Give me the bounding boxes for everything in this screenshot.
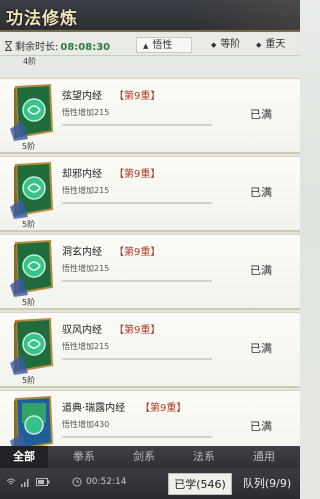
battery-icon [36, 478, 50, 486]
sort-both-icon: ◆ [211, 41, 217, 49]
tab-magic[interactable]: 法系 [180, 446, 228, 468]
wifi-icon [6, 478, 16, 485]
list-item[interactable]: 5阶 驭风内经 【第9重】 悟性增加215 已满 [0, 312, 300, 388]
sort-both-icon: ◆ [256, 41, 262, 49]
sort-tier-button[interactable]: ◆ 等阶 [205, 37, 246, 53]
sort-label: 等阶 [220, 39, 241, 50]
filter-bar: 剩余时长: 08:08:30 ▲ 悟性 ◆ 等阶 ◆ 重天 [0, 34, 300, 56]
sort-wuxing-button[interactable]: ▲ 悟性 [136, 37, 192, 53]
skill-level: 【第9重】 [114, 91, 161, 102]
header-bar: 功法修炼 [0, 0, 300, 32]
status-bar: 00:52:14 已学(546) 队列(9/9) [0, 468, 300, 499]
list-item-partial: 4阶 [0, 56, 300, 70]
list-item[interactable]: 道典·瑞露内经 【第9重】 悟性增加430 已满 [0, 390, 300, 446]
manual-book-icon [10, 83, 54, 141]
status-text: 已满 [250, 342, 272, 355]
tier-label: 4阶 [23, 57, 37, 66]
header-decoration [190, 0, 300, 30]
progress-divider [62, 280, 212, 282]
progress-divider [62, 124, 212, 126]
sort-label: 悟性 [152, 40, 173, 51]
tab-sword[interactable]: 剑系 [120, 446, 168, 468]
skill-name: 却邪内经 [62, 169, 102, 180]
learned-button[interactable]: 已学(546) [168, 473, 232, 495]
tier-label: 5阶 [22, 376, 36, 385]
status-text: 已满 [250, 264, 272, 277]
skill-effect: 悟性增加215 [62, 108, 110, 117]
queue-button[interactable]: 队列(9/9) [236, 473, 298, 495]
skill-level: 【第9重】 [114, 325, 161, 336]
manual-book-icon [10, 317, 54, 375]
tab-general[interactable]: 通用 [240, 446, 288, 468]
status-text: 已满 [250, 108, 272, 121]
skill-name: 驭风内经 [62, 325, 102, 336]
elapsed-time: 00:52:14 [86, 477, 127, 487]
timer-value: 08:08:30 [60, 42, 111, 53]
tier-label: 5阶 [22, 220, 36, 229]
category-tabs: 全部 拳系 剑系 法系 通用 [0, 446, 300, 468]
skill-name: 弦望内经 [62, 91, 102, 102]
tab-all[interactable]: 全部 [0, 446, 48, 468]
status-text: 已满 [250, 186, 272, 199]
signal-icon [21, 479, 29, 487]
progress-divider [62, 358, 212, 360]
tier-label: 5阶 [22, 142, 36, 151]
skill-effect: 悟性增加215 [62, 264, 110, 273]
manual-book-icon [10, 239, 54, 297]
skill-list[interactable]: 4阶 5阶 弦望内经 【第9重】 悟性增加215 已满 5阶 却邪内经 【第9重… [0, 56, 300, 446]
timer-label: 剩余时长: [15, 42, 59, 53]
list-item[interactable]: 5阶 洞玄内经 【第9重】 悟性增加215 已满 [0, 234, 300, 310]
skill-name: 道典·瑞露内经 [62, 403, 126, 414]
status-text: 已满 [250, 420, 272, 433]
skill-level: 【第9重】 [114, 247, 161, 258]
list-item[interactable]: 5阶 却邪内经 【第9重】 悟性增加215 已满 [0, 156, 300, 232]
manual-book-icon [10, 395, 54, 446]
hourglass-icon [5, 41, 12, 51]
progress-divider [62, 202, 212, 204]
remaining-time: 剩余时长: 08:08:30 [4, 38, 110, 53]
skill-level: 【第9重】 [114, 169, 161, 180]
list-item[interactable]: 5阶 弦望内经 【第9重】 悟性增加215 已满 [0, 78, 300, 154]
sort-up-icon: ▲ [143, 42, 149, 50]
clock-icon [72, 477, 82, 487]
skill-effect: 悟性增加215 [62, 186, 110, 195]
manual-book-icon [10, 161, 54, 219]
page-title: 功法修炼 [6, 9, 78, 29]
sort-layer-button[interactable]: ◆ 重天 [250, 37, 291, 53]
skill-effect: 悟性增加430 [62, 420, 110, 429]
tab-fist[interactable]: 拳系 [60, 446, 108, 468]
sort-label: 重天 [265, 39, 286, 50]
tier-label: 5阶 [22, 298, 36, 307]
skill-name: 洞玄内经 [62, 247, 102, 258]
skill-effect: 悟性增加215 [62, 342, 110, 351]
progress-divider [62, 436, 212, 438]
skill-level: 【第9重】 [140, 403, 187, 414]
